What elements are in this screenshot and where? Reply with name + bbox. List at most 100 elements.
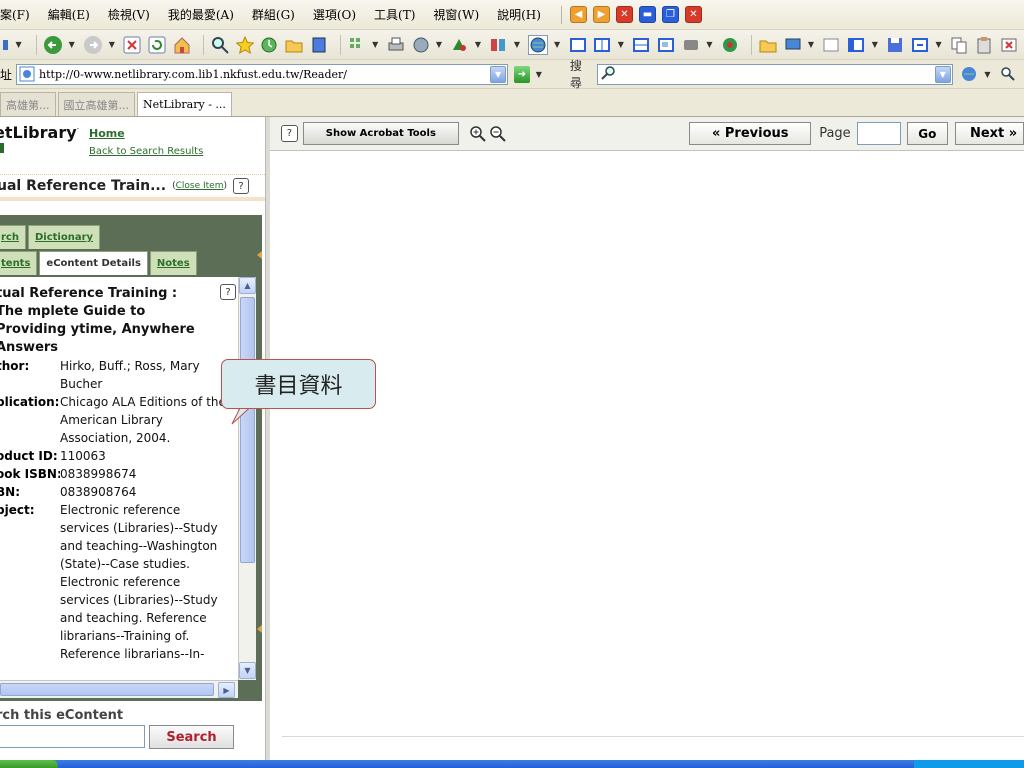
next-button[interactable]: Next » <box>954 122 1024 145</box>
close-tab-icon[interactable]: ✕ <box>615 6 633 23</box>
reader-help-icon[interactable]: ? <box>281 125 298 142</box>
plugin-dropdown-icon[interactable]: ▼ <box>706 40 712 49</box>
zoom-out-icon[interactable] <box>489 125 507 143</box>
help-icon[interactable]: ? <box>232 178 249 194</box>
prev-window-icon[interactable]: ◀ <box>569 6 587 23</box>
details-help-icon[interactable]: ? <box>220 284 236 300</box>
bookmark-add-icon[interactable] <box>450 35 469 55</box>
grid-icon[interactable] <box>347 35 366 55</box>
back-to-results-link[interactable]: Back to Search Results <box>89 146 203 157</box>
globe-icon[interactable] <box>528 34 548 55</box>
bookmark-dropdown-icon[interactable]: ▼ <box>475 40 481 49</box>
browser-tab[interactable]: 高雄第... <box>0 92 56 116</box>
mail-icon[interactable] <box>411 35 430 55</box>
mail-dropdown-icon[interactable]: ▼ <box>436 40 442 49</box>
panel-collapse-arrow-icon[interactable] <box>257 625 262 633</box>
next-window-icon[interactable]: ▶ <box>592 6 610 23</box>
chevron-down-icon[interactable]: ▼ <box>16 40 22 49</box>
sidebar-dropdown-icon[interactable]: ▼ <box>872 40 878 49</box>
sidebar-icon[interactable] <box>847 35 866 55</box>
reader-viewport[interactable] <box>270 151 1024 760</box>
collapse-icon[interactable] <box>822 35 841 55</box>
search-icon[interactable] <box>210 35 229 55</box>
details-horizontal-scrollbar[interactable]: ▶ <box>0 680 238 698</box>
search-dropdown-icon[interactable]: ▼ <box>934 65 951 83</box>
page-number-input[interactable] <box>856 122 901 145</box>
go-dropdown-icon[interactable]: ▼ <box>536 70 542 79</box>
window-dropdown-icon[interactable]: ▼ <box>618 40 624 49</box>
tab-notes[interactable]: Notes <box>149 251 197 275</box>
browser-tab[interactable]: 國立高雄第... <box>57 92 135 116</box>
scroll-up-icon[interactable]: ▲ <box>239 277 256 294</box>
forward-dropdown-icon[interactable]: ▼ <box>109 40 115 49</box>
go-button[interactable]: Go <box>906 122 948 145</box>
paste-icon[interactable] <box>974 35 993 55</box>
minimize-icon[interactable]: ▬ <box>638 6 656 23</box>
undo-icon[interactable] <box>911 35 930 55</box>
refresh-icon[interactable] <box>148 35 167 55</box>
panel-collapse-arrow-icon[interactable] <box>257 251 262 259</box>
search-button[interactable]: Search <box>149 725 234 749</box>
search-go-icon[interactable] <box>998 64 1018 84</box>
zoom-in-icon[interactable] <box>469 125 487 143</box>
split-window-icon[interactable] <box>593 35 612 55</box>
save-icon[interactable] <box>886 35 905 55</box>
search-econtent-input[interactable] <box>0 725 145 748</box>
cascade-window-icon[interactable] <box>657 35 676 55</box>
menu-view[interactable]: 檢視(V) <box>108 6 150 23</box>
address-url[interactable]: http://0-www.netlibrary.com.lib1.nkfust.… <box>39 68 490 81</box>
tab-dictionary[interactable]: Dictionary <box>27 225 101 249</box>
tab-search[interactable]: rch <box>0 225 26 249</box>
tab-econtent-details[interactable]: eContent Details <box>39 251 148 275</box>
stop-icon[interactable] <box>123 35 142 55</box>
tile-window-icon[interactable] <box>632 35 651 55</box>
address-dropdown-icon[interactable]: ▼ <box>490 65 507 83</box>
favorites-star-icon[interactable] <box>235 35 254 55</box>
folder-icon[interactable] <box>285 35 304 55</box>
undo-dropdown-icon[interactable]: ▼ <box>935 40 941 49</box>
browser-tab-active[interactable]: NetLibrary - ... <box>137 92 232 116</box>
back-icon[interactable] <box>43 35 63 55</box>
go-arrow-icon[interactable]: ➜ <box>514 65 530 83</box>
copy-icon[interactable] <box>950 35 969 55</box>
home-link[interactable]: Home <box>89 127 125 140</box>
address-input[interactable]: http://0-www.netlibrary.com.lib1.nkfust.… <box>16 63 509 85</box>
history-icon[interactable] <box>260 35 279 55</box>
open-folder-icon[interactable] <box>758 35 777 55</box>
monitor-icon[interactable] <box>783 35 802 55</box>
close-pane-icon[interactable] <box>999 35 1018 55</box>
menu-window[interactable]: 視窗(W) <box>433 6 479 23</box>
browser-search-input[interactable]: ▼ <box>597 63 953 85</box>
restore-icon[interactable]: ❐ <box>661 6 679 23</box>
back-dropdown-icon[interactable]: ▼ <box>69 40 75 49</box>
forward-icon[interactable] <box>83 35 103 55</box>
search-engine-icon[interactable] <box>959 64 979 84</box>
menu-options[interactable]: 選項(O) <box>313 6 356 23</box>
grid-dropdown-icon[interactable]: ▼ <box>372 40 378 49</box>
globe-dropdown-icon[interactable]: ▼ <box>554 40 560 49</box>
details-vertical-scrollbar[interactable]: ▲ ▼ <box>238 277 256 680</box>
search-engine-dropdown-icon[interactable]: ▼ <box>984 70 990 79</box>
show-acrobat-tools-button[interactable]: Show Acrobat Tools <box>302 122 459 145</box>
group-icon[interactable] <box>489 35 508 55</box>
menu-favorites[interactable]: 我的最愛(A) <box>168 6 234 23</box>
tab-contents[interactable]: tents <box>0 251 38 275</box>
proxy-icon[interactable] <box>721 35 740 55</box>
menu-group[interactable]: 群組(G) <box>252 6 295 23</box>
close-window-icon[interactable]: ✕ <box>684 6 702 23</box>
print-icon[interactable] <box>386 35 405 55</box>
menu-tools[interactable]: 工具(T) <box>374 6 415 23</box>
monitor-dropdown-icon[interactable]: ▼ <box>808 40 814 49</box>
group-dropdown-icon[interactable]: ▼ <box>514 40 520 49</box>
start-button[interactable] <box>0 760 58 768</box>
close-item-link[interactable]: Close Item <box>176 181 224 191</box>
previous-button[interactable]: « Previous <box>689 122 812 145</box>
scroll-down-icon[interactable]: ▼ <box>239 662 256 679</box>
menu-help[interactable]: 說明(H) <box>497 6 541 23</box>
book-icon[interactable] <box>310 35 329 55</box>
window-icon[interactable] <box>568 35 587 55</box>
menu-file[interactable]: 案(F) <box>0 6 30 23</box>
menu-edit[interactable]: 編輯(E) <box>48 6 90 23</box>
scrollbar-thumb[interactable] <box>240 297 255 563</box>
plugin-icon[interactable] <box>682 35 701 55</box>
